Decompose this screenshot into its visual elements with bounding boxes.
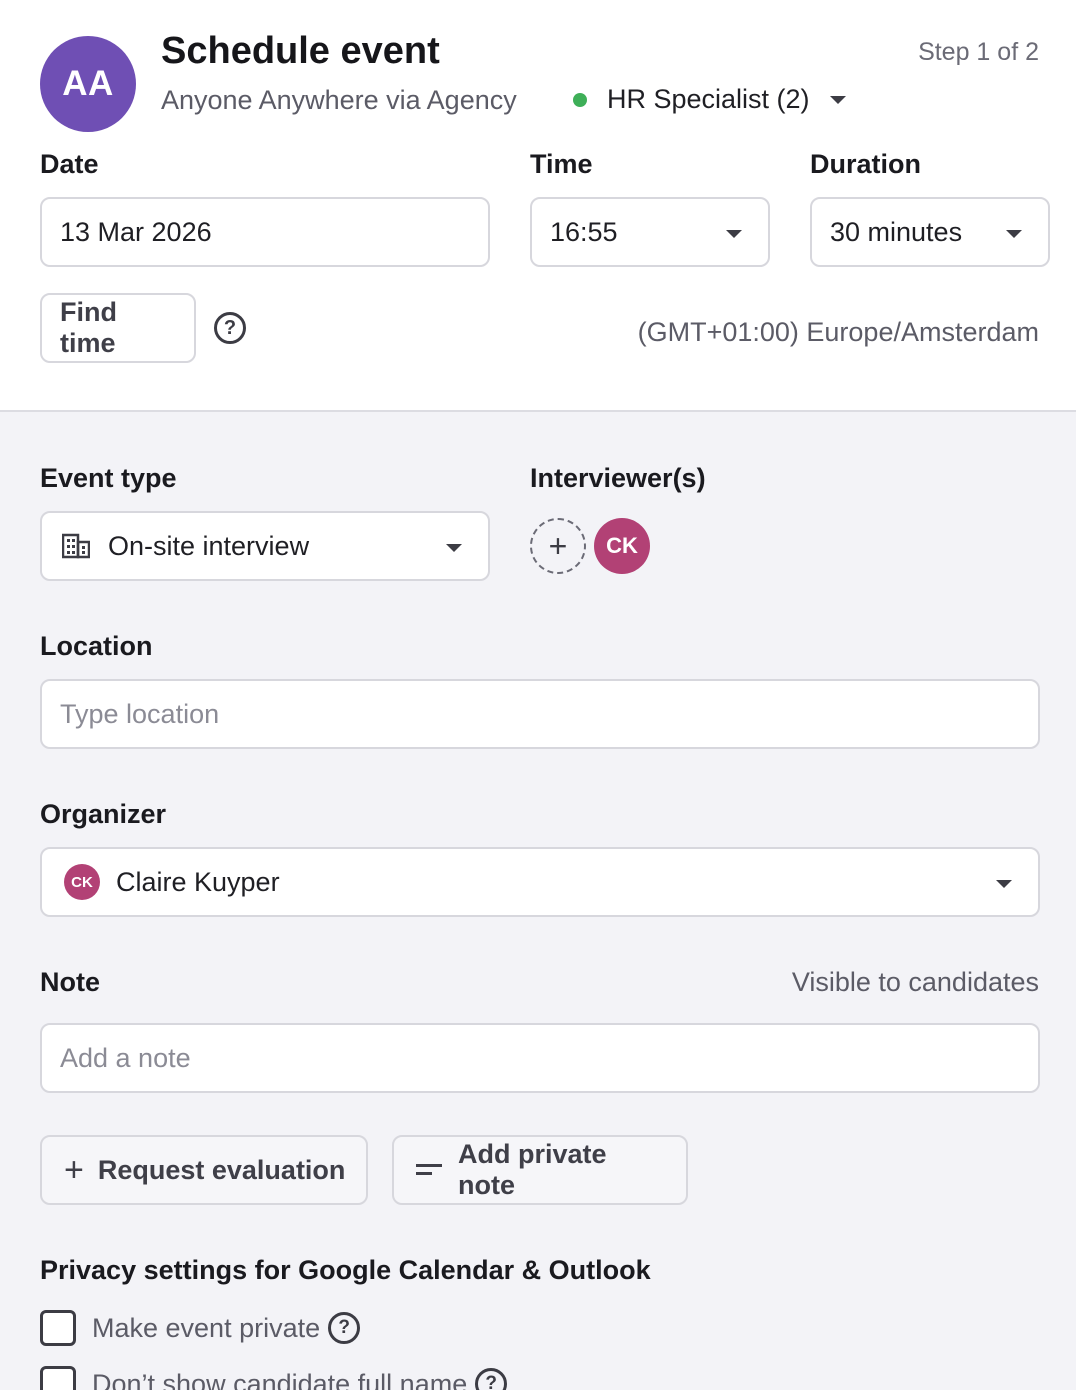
event-type-value: On-site interview bbox=[108, 530, 310, 561]
timezone-label: (GMT+01:00) Europe/Amsterdam bbox=[637, 317, 1039, 347]
chevron-down-icon bbox=[446, 544, 462, 552]
schedule-header-panel: AA Schedule event Anyone Anywhere via Ag… bbox=[0, 0, 1076, 412]
candidate-avatar-initials: AA bbox=[62, 64, 114, 103]
chevron-down-icon bbox=[726, 230, 742, 238]
location-label: Location bbox=[40, 631, 153, 661]
location-placeholder: Type location bbox=[60, 698, 220, 729]
date-label: Date bbox=[40, 149, 99, 179]
add-private-note-label: Add private note bbox=[458, 1139, 607, 1200]
hide-name-label: Don’t show candidate full name bbox=[92, 1368, 468, 1390]
interviewer-initials: CK bbox=[606, 533, 638, 558]
organizer-name: Claire Kuyper bbox=[116, 866, 280, 897]
job-selector[interactable]: HR Specialist (2) bbox=[573, 84, 846, 115]
make-private-row[interactable]: Make event private ? bbox=[40, 1310, 361, 1346]
time-value: 16:55 bbox=[550, 216, 618, 247]
hide-name-checkbox[interactable] bbox=[40, 1366, 76, 1390]
organizer-initials: CK bbox=[71, 873, 93, 891]
duration-select[interactable]: 30 minutes bbox=[810, 197, 1050, 267]
time-select[interactable]: 16:55 bbox=[530, 197, 770, 267]
privacy-heading: Privacy settings for Google Calendar & O… bbox=[40, 1255, 651, 1285]
location-input[interactable]: Type location bbox=[40, 679, 1040, 749]
time-label: Time bbox=[530, 149, 593, 179]
duration-value: 30 minutes bbox=[830, 216, 963, 247]
organizer-select[interactable]: CK Claire Kuyper bbox=[40, 847, 1040, 917]
page-title: Schedule event bbox=[161, 30, 440, 72]
event-type-select[interactable]: On-site interview bbox=[40, 511, 490, 581]
make-private-label: Make event private bbox=[92, 1312, 321, 1343]
chevron-down-icon bbox=[996, 880, 1012, 888]
note-visibility: Visible to candidates bbox=[791, 967, 1039, 997]
note-lines-icon bbox=[416, 1163, 442, 1177]
find-time-button[interactable]: Find time bbox=[40, 293, 196, 363]
chevron-down-icon bbox=[829, 95, 846, 104]
note-input[interactable]: Add a note bbox=[40, 1023, 1040, 1093]
request-evaluation-label: Request evaluation bbox=[97, 1154, 346, 1185]
request-evaluation-button[interactable]: + Request evaluation bbox=[40, 1135, 368, 1205]
help-icon[interactable]: ? bbox=[328, 1312, 361, 1344]
chevron-down-icon bbox=[1006, 230, 1022, 238]
building-icon bbox=[62, 533, 90, 559]
interviewers-label: Interviewer(s) bbox=[530, 463, 706, 493]
hide-name-row[interactable]: Don’t show candidate full name ? bbox=[40, 1366, 508, 1390]
plus-icon: + bbox=[64, 1151, 84, 1189]
organizer-label: Organizer bbox=[40, 799, 167, 829]
add-private-note-button[interactable]: Add private note bbox=[392, 1135, 688, 1205]
note-placeholder: Add a note bbox=[60, 1042, 191, 1073]
date-value: 13 Mar 2026 bbox=[60, 216, 212, 247]
plus-icon: + bbox=[548, 527, 568, 564]
job-label: HR Specialist (2) bbox=[607, 84, 810, 114]
make-private-checkbox[interactable] bbox=[40, 1310, 76, 1346]
candidate-subtitle: Anyone Anywhere via Agency bbox=[161, 85, 517, 115]
date-field[interactable]: 13 Mar 2026 bbox=[40, 197, 490, 267]
help-icon[interactable]: ? bbox=[214, 312, 246, 344]
help-icon[interactable]: ? bbox=[475, 1368, 508, 1390]
add-interviewer-button[interactable]: + bbox=[530, 518, 586, 574]
find-time-label: Find time bbox=[60, 297, 117, 358]
duration-label: Duration bbox=[810, 149, 921, 179]
step-indicator: Step 1 of 2 bbox=[918, 38, 1039, 66]
note-label: Note bbox=[40, 967, 100, 997]
event-type-label: Event type bbox=[40, 463, 177, 493]
candidate-avatar: AA bbox=[40, 36, 136, 132]
organizer-avatar: CK bbox=[64, 864, 100, 900]
interviewer-avatar[interactable]: CK bbox=[594, 518, 650, 574]
status-dot-icon bbox=[573, 92, 587, 107]
